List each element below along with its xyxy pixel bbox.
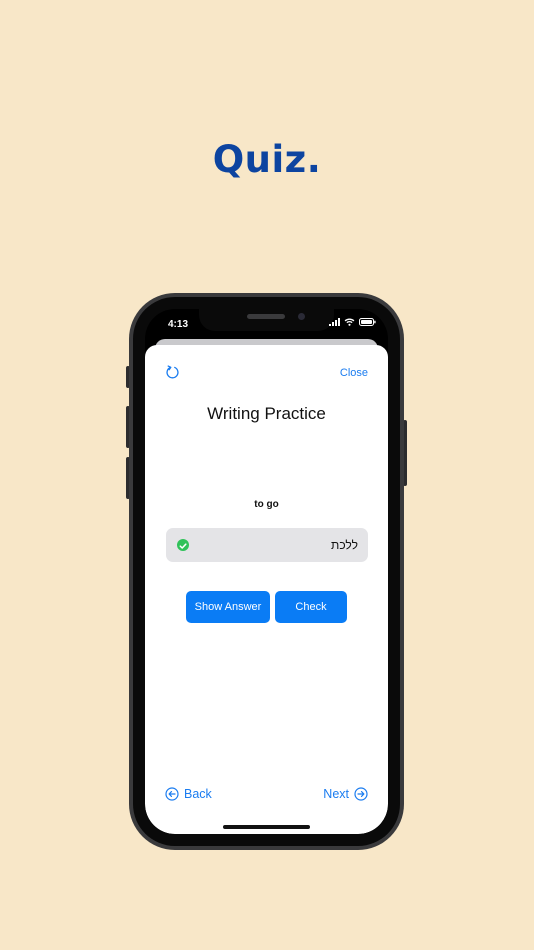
- back-label: Back: [184, 787, 212, 801]
- speaker: [247, 314, 285, 319]
- phone-screen: 4:13 Close Writing Practice to go ללכת S…: [145, 309, 388, 834]
- headline: Quiz.: [212, 138, 322, 181]
- quiz-title: Writing Practice: [207, 404, 326, 423]
- status-icons: [329, 318, 376, 326]
- signal-icon: [329, 318, 340, 326]
- next-arrow-icon: [354, 787, 368, 801]
- back-arrow-icon: [165, 787, 179, 801]
- quiz-sheet: Close Writing Practice to go ללכת Show A…: [145, 345, 388, 834]
- wifi-icon: [344, 318, 355, 326]
- answer-text: ללכת: [331, 538, 358, 552]
- refresh-icon[interactable]: [165, 365, 180, 380]
- check-button[interactable]: Check: [275, 591, 347, 623]
- home-indicator[interactable]: [223, 825, 310, 829]
- show-answer-button[interactable]: Show Answer: [186, 591, 270, 623]
- status-time: 4:13: [168, 319, 189, 330]
- answer-field[interactable]: ללכת: [166, 528, 368, 562]
- back-button[interactable]: Back: [165, 787, 212, 801]
- close-button[interactable]: Close: [340, 367, 368, 379]
- checkmark-icon: [177, 539, 189, 551]
- battery-icon: [359, 318, 376, 326]
- next-label: Next: [323, 787, 349, 801]
- notch: [199, 309, 334, 331]
- next-button[interactable]: Next: [323, 787, 368, 801]
- prompt-word: to go: [254, 499, 279, 510]
- front-camera: [298, 313, 305, 320]
